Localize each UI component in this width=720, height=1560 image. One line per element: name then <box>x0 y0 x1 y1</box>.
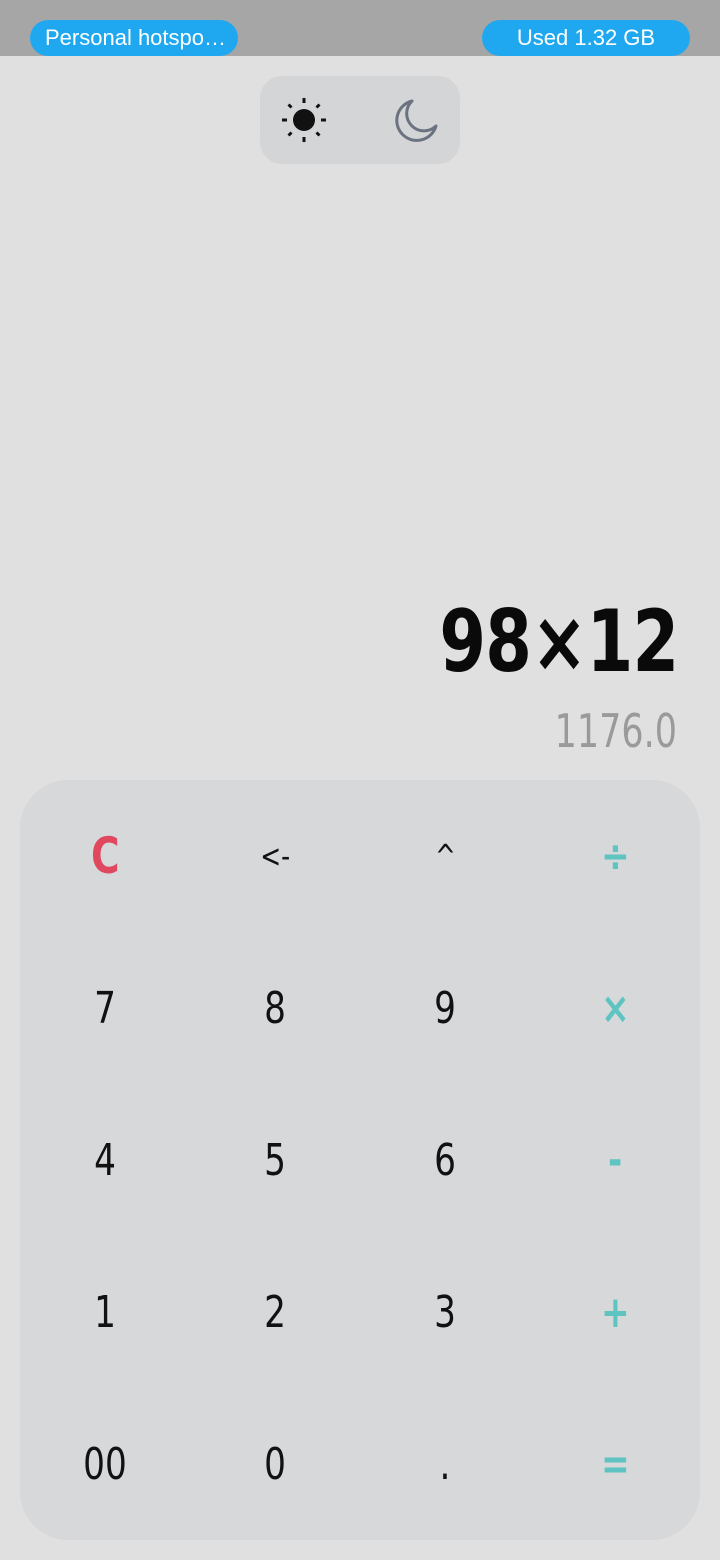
digit-2-button[interactable]: 2 <box>190 1236 360 1388</box>
light-theme-button[interactable] <box>272 88 336 152</box>
power-button[interactable]: ^ <box>360 780 530 932</box>
clear-button[interactable]: C <box>20 780 190 932</box>
digit-8-button[interactable]: 8 <box>190 932 360 1084</box>
expression-display: 98×12 <box>438 592 679 692</box>
result-display: 1176.0 <box>554 704 677 758</box>
digit-5-button[interactable]: 5 <box>190 1084 360 1236</box>
status-bar: Personal hotspo… Used 1.32 GB <box>0 0 720 56</box>
digit-6-button[interactable]: 6 <box>360 1084 530 1236</box>
sun-icon <box>282 98 326 142</box>
data-usage-chip[interactable]: Used 1.32 GB <box>482 20 690 56</box>
digit-1-button[interactable]: 1 <box>20 1236 190 1388</box>
digit-9-button[interactable]: 9 <box>360 932 530 1084</box>
hotspot-chip[interactable]: Personal hotspo… <box>30 20 238 56</box>
divide-button[interactable]: ÷ <box>530 780 700 932</box>
moon-icon <box>395 99 438 142</box>
digit-0-button[interactable]: 0 <box>190 1388 360 1540</box>
double-zero-button[interactable]: 00 <box>20 1388 190 1540</box>
digit-3-button[interactable]: 3 <box>360 1236 530 1388</box>
keypad: C <- ^ ÷ 7 8 9 × 4 5 6 - 1 2 3 + 00 0 . … <box>20 780 700 1540</box>
backspace-button[interactable]: <- <box>190 780 360 932</box>
add-button[interactable]: + <box>530 1236 700 1388</box>
decimal-point-button[interactable]: . <box>360 1388 530 1540</box>
digit-7-button[interactable]: 7 <box>20 932 190 1084</box>
dark-theme-button[interactable] <box>384 88 448 152</box>
multiply-button[interactable]: × <box>530 932 700 1084</box>
subtract-button[interactable]: - <box>530 1084 700 1236</box>
equals-button[interactable]: = <box>530 1388 700 1540</box>
digit-4-button[interactable]: 4 <box>20 1084 190 1236</box>
theme-toggle <box>260 76 460 164</box>
